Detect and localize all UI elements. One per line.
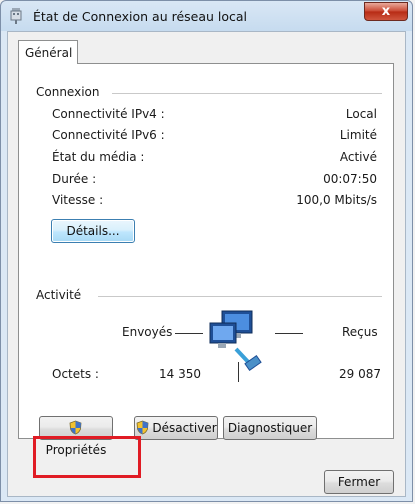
ipv4-value: Local <box>345 107 377 121</box>
network-adapter-icon <box>9 8 23 24</box>
window-title: État de Connexion au réseau local <box>33 9 248 24</box>
media-state-value: Activé <box>339 150 377 164</box>
duration-value: 00:07:50 <box>323 172 377 186</box>
title-bar[interactable]: État de Connexion au réseau local x <box>1 1 412 31</box>
status-window: État de Connexion au réseau local x Géné… <box>0 0 413 502</box>
diagnose-button[interactable]: Diagnostiquer <box>223 416 317 440</box>
connexion-divider <box>112 93 382 94</box>
ipv6-label: Connectivité IPv6 : <box>52 128 165 142</box>
sent-label: Envoyés <box>122 325 173 339</box>
received-connector <box>275 333 303 334</box>
bytes-sent-value: 14 350 <box>159 367 201 381</box>
ipv4-label: Connectivité IPv4 : <box>52 107 165 121</box>
close-button[interactable]: Fermer <box>324 470 394 494</box>
activity-divider <box>98 296 382 297</box>
media-state-label: État du média : <box>52 150 145 164</box>
network-computers-icon <box>206 309 272 375</box>
ipv6-value: Limité <box>339 128 377 142</box>
disable-button[interactable]: Désactiver <box>134 416 218 440</box>
tab-general[interactable]: Général <box>18 40 78 64</box>
activity-heading: Activité <box>36 288 86 302</box>
bytes-label: Octets : <box>52 367 99 381</box>
speed-value: 100,0 Mbits/s <box>296 193 377 207</box>
dialog-body: Général Connexion Connectivité IPv4 : Lo… <box>7 31 406 497</box>
bytes-received-value: 29 087 <box>339 367 381 381</box>
uac-shield-icon <box>68 420 83 435</box>
speed-label: Vitesse : <box>52 193 104 207</box>
activity-separator <box>238 362 239 382</box>
received-label: Reçus <box>342 325 378 339</box>
general-panel: Connexion Connectivité IPv4 : Local Conn… <box>18 63 394 457</box>
connexion-heading: Connexion <box>36 85 104 99</box>
sent-connector <box>175 333 203 334</box>
close-window-button[interactable]: x <box>364 2 408 21</box>
uac-shield-icon <box>135 420 150 435</box>
details-button[interactable]: Détails... <box>51 219 135 243</box>
properties-highlight-box <box>33 436 141 478</box>
close-icon: x <box>381 4 391 19</box>
disable-label: Désactiver <box>152 421 217 435</box>
duration-label: Durée : <box>52 172 97 186</box>
